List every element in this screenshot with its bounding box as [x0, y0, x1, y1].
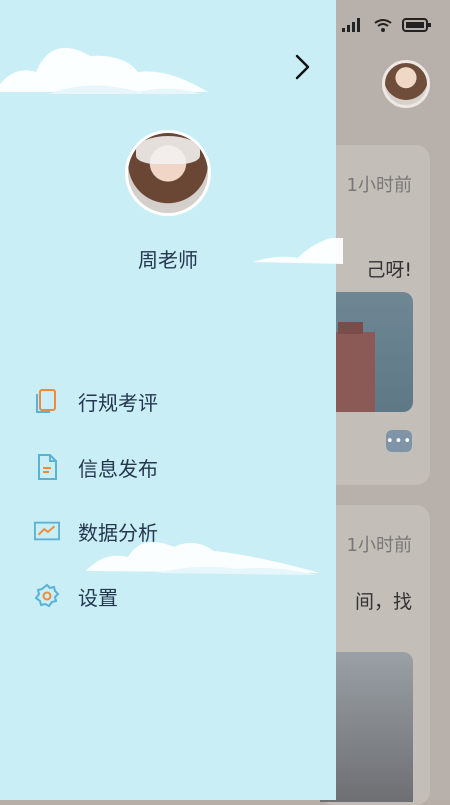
chart-icon: [34, 518, 60, 544]
signal-icon: [342, 18, 364, 32]
battery-icon: [402, 18, 432, 32]
post-card[interactable]: 1小时前 间，找: [320, 505, 430, 805]
menu-item-label: 行规考评: [78, 390, 158, 415]
menu-item-settings[interactable]: 设置: [34, 579, 294, 613]
menu-item-label: 信息发布: [78, 456, 158, 481]
menu-item-label: 设置: [78, 585, 118, 610]
menu-item-data-analysis[interactable]: 数据分析: [34, 514, 294, 548]
user-avatar[interactable]: [382, 60, 430, 108]
menu-item-label: 数据分析: [78, 520, 158, 545]
status-icons: [342, 18, 432, 32]
chevron-right-icon: [295, 54, 310, 80]
gear-icon: [34, 583, 60, 609]
profile-avatar[interactable]: [125, 130, 211, 216]
cloud-decoration: [253, 238, 343, 264]
document-text-icon: [34, 454, 60, 480]
post-card[interactable]: 1小时前 己呀! •••: [320, 145, 430, 485]
post-text: 间，找: [354, 591, 412, 613]
building-image: [330, 322, 375, 412]
wifi-icon: [374, 18, 392, 32]
post-time: 1小时前: [346, 175, 412, 196]
post-text: 己呀!: [366, 259, 412, 281]
menu-item-discipline-evaluation[interactable]: 行规考评: [34, 384, 294, 418]
side-drawer: 周老师 行规考评 信息发布 数据分析 设置: [0, 0, 336, 800]
post-time: 1小时前: [346, 535, 412, 556]
menu-item-information-publishing[interactable]: 信息发布: [34, 450, 294, 484]
document-stack-icon: [34, 388, 60, 414]
comment-icon[interactable]: •••: [386, 430, 412, 452]
status-bar: [0, 0, 450, 56]
